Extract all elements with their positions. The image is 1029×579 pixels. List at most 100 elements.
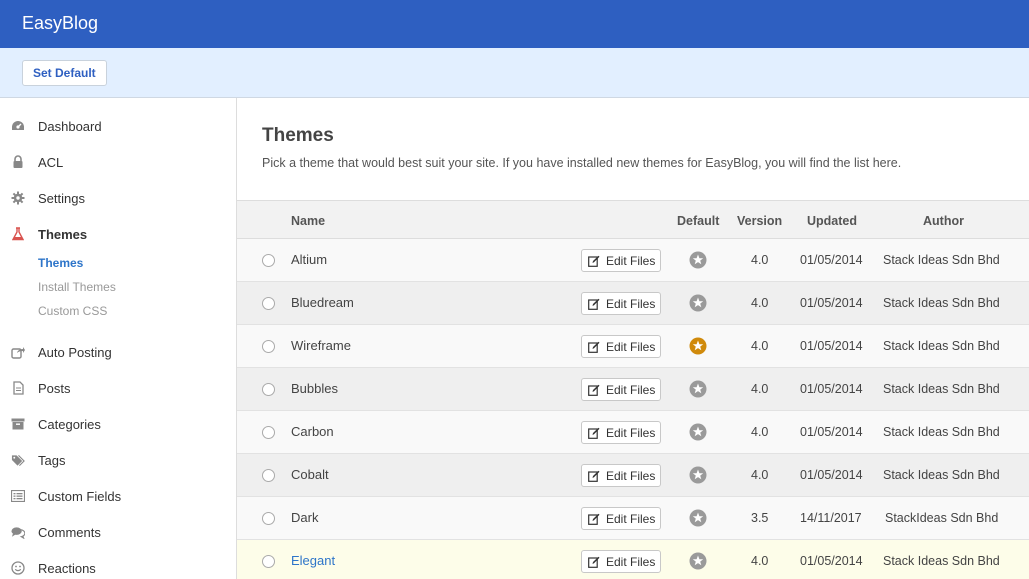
set-default-button[interactable]: Set Default <box>22 60 107 86</box>
edit-files-label: Edit Files <box>606 554 656 569</box>
default-star-icon[interactable] <box>689 423 707 441</box>
edit-files-button[interactable]: Edit Files <box>581 335 661 358</box>
theme-updated: 01/05/2014 <box>800 339 863 353</box>
edit-files-button[interactable]: Edit Files <box>581 464 661 487</box>
theme-author: Stack Ideas Sdn Bhd <box>883 382 1000 396</box>
themes-table-header: Name Default Version Updated Author <box>237 200 1029 239</box>
theme-updated: 01/05/2014 <box>800 468 863 482</box>
theme-version: 4.0 <box>751 554 769 568</box>
column-header-name[interactable]: Name <box>291 214 325 228</box>
edit-files-button[interactable]: Edit Files <box>581 421 661 444</box>
row-select-radio[interactable] <box>262 426 275 439</box>
sidebar-item-label: Posts <box>38 381 71 396</box>
theme-author: Stack Ideas Sdn Bhd <box>883 296 1000 310</box>
theme-name: Altium <box>291 252 328 267</box>
edit-files-label: Edit Files <box>606 468 656 483</box>
row-select-radio[interactable] <box>262 340 275 353</box>
row-select-radio[interactable] <box>262 254 275 267</box>
sidebar-item-label: Custom Fields <box>38 489 122 504</box>
theme-version: 4.0 <box>751 425 769 439</box>
sidebar-item-label: Settings <box>38 191 85 206</box>
edit-icon <box>588 384 600 396</box>
column-header-updated: Updated <box>807 214 857 228</box>
document-icon <box>11 381 25 395</box>
theme-author: Stack Ideas Sdn Bhd <box>883 425 1000 439</box>
table-row: Altium Edit Files 4.0 01/05/2014 Stack I… <box>237 239 1029 282</box>
theme-version: 3.5 <box>751 511 769 525</box>
sidebar-item-label: ACL <box>38 155 64 170</box>
edit-files-button[interactable]: Edit Files <box>581 249 661 272</box>
theme-updated: 14/11/2017 <box>800 511 862 525</box>
default-star-icon[interactable] <box>689 552 707 570</box>
sidebar-item-reactions[interactable]: Reactions <box>0 557 236 579</box>
edit-files-button[interactable]: Edit Files <box>581 378 661 401</box>
edit-files-label: Edit Files <box>606 253 656 268</box>
theme-version: 4.0 <box>751 339 769 353</box>
row-select-radio[interactable] <box>262 555 275 568</box>
theme-name: Cobalt <box>291 467 329 482</box>
default-star-icon[interactable] <box>689 466 707 484</box>
sidebar-item-tags[interactable]: Tags <box>0 449 236 473</box>
sidebar-item-themes[interactable]: Themes <box>0 223 236 247</box>
flask-icon <box>11 227 25 241</box>
lock-icon <box>11 155 25 169</box>
sidebar-item-auto-posting[interactable]: Auto Posting <box>0 341 236 365</box>
default-star-icon[interactable] <box>689 509 707 527</box>
edit-icon <box>588 341 600 353</box>
row-select-radio[interactable] <box>262 297 275 310</box>
table-row: Carbon Edit Files 4.0 01/05/2014 Stack I… <box>237 411 1029 454</box>
edit-files-button[interactable]: Edit Files <box>581 550 661 573</box>
sidebar-subitem-install-themes[interactable]: Install Themes <box>38 280 116 294</box>
default-star-icon[interactable] <box>689 294 707 312</box>
theme-author: Stack Ideas Sdn Bhd <box>883 253 1000 267</box>
theme-name: Bubbles <box>291 381 338 396</box>
theme-name-link[interactable]: Elegant <box>291 553 335 568</box>
share-icon <box>11 345 25 359</box>
sidebar-subitem-custom-css[interactable]: Custom CSS <box>38 304 107 318</box>
sidebar-item-comments[interactable]: Comments <box>0 521 236 545</box>
theme-updated: 01/05/2014 <box>800 296 863 310</box>
sidebar-item-label: Auto Posting <box>38 345 112 360</box>
edit-files-button[interactable]: Edit Files <box>581 292 661 315</box>
sidebar-item-categories[interactable]: Categories <box>0 413 236 437</box>
theme-updated: 01/05/2014 <box>800 253 863 267</box>
sidebar-item-label: Tags <box>38 453 66 468</box>
gear-icon <box>11 191 25 205</box>
page-description: Pick a theme that would best suit your s… <box>262 156 902 170</box>
row-select-radio[interactable] <box>262 512 275 525</box>
edit-files-label: Edit Files <box>606 511 656 526</box>
sidebar-item-label: Reactions <box>38 561 96 576</box>
sidebar-item-label: Dashboard <box>38 119 102 134</box>
default-star-icon[interactable] <box>689 251 707 269</box>
sidebar-item-posts[interactable]: Posts <box>0 377 236 401</box>
table-row: Wireframe Edit Files 4.0 01/05/2014 Stac… <box>237 325 1029 368</box>
edit-files-label: Edit Files <box>606 425 656 440</box>
toolbar: Set Default <box>0 48 1029 98</box>
table-row: Cobalt Edit Files 4.0 01/05/2014 Stack I… <box>237 454 1029 497</box>
sidebar-item-dashboard[interactable]: Dashboard <box>0 115 236 139</box>
edit-icon <box>588 556 600 568</box>
sidebar-item-label: Categories <box>38 417 101 432</box>
sidebar-item-custom-fields[interactable]: Custom Fields <box>0 485 236 509</box>
page-title: Themes <box>262 125 334 146</box>
row-select-radio[interactable] <box>262 383 275 396</box>
tags-icon <box>11 453 25 467</box>
theme-name: Bluedream <box>291 295 354 310</box>
sidebar-item-acl[interactable]: ACL <box>0 151 236 175</box>
sidebar-item-label: Themes <box>38 227 88 242</box>
edit-files-button[interactable]: Edit Files <box>581 507 661 530</box>
list-icon <box>11 489 25 503</box>
row-select-radio[interactable] <box>262 469 275 482</box>
column-header-default: Default <box>677 214 720 228</box>
sidebar-subitem-themes[interactable]: Themes <box>38 256 83 270</box>
edit-icon <box>588 470 600 482</box>
default-star-active-icon[interactable] <box>689 337 707 355</box>
sidebar-item-settings[interactable]: Settings <box>0 187 236 211</box>
theme-name: Wireframe <box>291 338 351 353</box>
edit-icon <box>588 513 600 525</box>
default-star-icon[interactable] <box>689 380 707 398</box>
theme-author: StackIdeas Sdn Bhd <box>885 511 999 525</box>
edit-files-label: Edit Files <box>606 339 656 354</box>
app-title[interactable]: EasyBlog <box>22 13 98 34</box>
column-header-version: Version <box>737 214 783 228</box>
